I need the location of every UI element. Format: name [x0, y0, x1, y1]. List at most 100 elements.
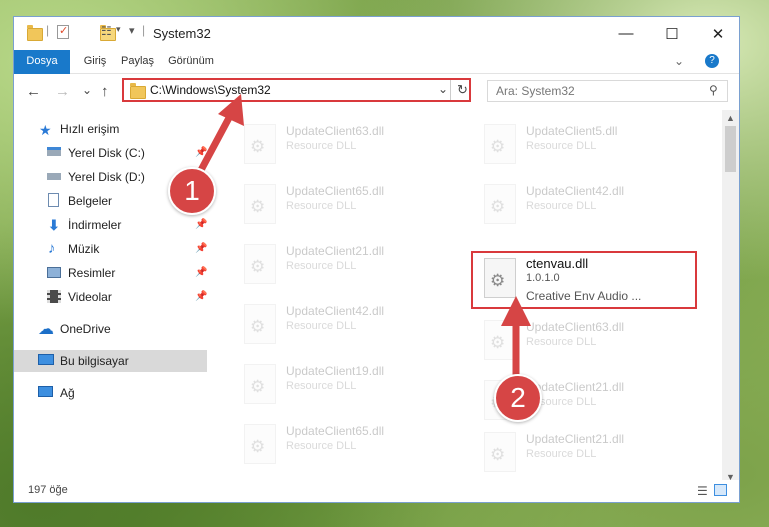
- file-item[interactable]: UpdateClient21.dll Resource DLL: [236, 240, 456, 286]
- file-type: Resource DLL: [286, 320, 357, 332]
- dll-file-icon: [244, 304, 276, 344]
- details-view-icon[interactable]: ☰: [697, 484, 708, 498]
- file-name: UpdateClient19.dll: [286, 364, 385, 378]
- sidebar-item-downloads[interactable]: ⬇ İndirmeler 📌: [14, 214, 207, 236]
- address-bar[interactable]: C:\Windows\System32 ⌄ ↻: [122, 78, 471, 102]
- view-options-icon[interactable]: ☷: [101, 24, 112, 42]
- sidebar-item-quick-access[interactable]: ★ Hızlı erişim: [14, 118, 207, 140]
- scroll-thumb[interactable]: [725, 126, 736, 172]
- expand-ribbon-icon[interactable]: ⌄: [669, 50, 689, 73]
- folder-icon: [27, 25, 43, 41]
- tab-home[interactable]: Giriş: [76, 50, 114, 73]
- recent-locations-button[interactable]: ⌄: [82, 83, 92, 97]
- sidebar-item-local-disk-c[interactable]: Yerel Disk (C:) 📌: [14, 142, 207, 164]
- star-icon: ★: [39, 122, 52, 138]
- search-icon[interactable]: ⚲: [709, 83, 718, 97]
- pictures-icon: [47, 267, 61, 278]
- up-button[interactable]: ↑: [101, 83, 109, 100]
- customize-toolbar-icon[interactable]: ▾: [116, 24, 121, 42]
- tab-view[interactable]: Görünüm: [162, 50, 220, 73]
- sidebar-item-label: Belgeler: [68, 194, 113, 208]
- dll-file-icon: [244, 244, 276, 284]
- file-name: UpdateClient65.dll: [286, 184, 385, 198]
- file-list: UpdateClient63.dll Resource DLL UpdateCl…: [209, 110, 722, 472]
- file-item[interactable]: UpdateClient63.dll Resource DLL: [236, 120, 456, 166]
- file-name: UpdateClient42.dll: [286, 304, 385, 318]
- pin-icon[interactable]: 📌: [195, 142, 207, 164]
- file-name: UpdateClient21.dll: [286, 244, 385, 258]
- sidebar-item-onedrive[interactable]: ☁ OneDrive: [14, 318, 207, 340]
- sidebar-item-this-pc[interactable]: Bu bilgisayar: [14, 350, 207, 372]
- title-bar: | ✓ ☷ ▾ ▾ | System32 — ☐ ✕: [14, 17, 739, 50]
- file-type: Resource DLL: [526, 336, 597, 348]
- search-input[interactable]: Ara: System32: [496, 84, 575, 98]
- search-box[interactable]: Ara: System32 ⚲: [487, 80, 728, 102]
- sidebar-item-label: Bu bilgisayar: [60, 354, 129, 368]
- sidebar-item-pictures[interactable]: Resimler 📌: [14, 262, 207, 284]
- refresh-button[interactable]: ↻: [457, 82, 468, 98]
- large-icons-view-icon[interactable]: [714, 484, 727, 496]
- dll-file-icon: [484, 124, 516, 164]
- dll-file-icon: [244, 124, 276, 164]
- file-type: Resource DLL: [526, 140, 597, 152]
- sidebar-item-label: Hızlı erişim: [60, 122, 120, 136]
- tab-share[interactable]: Paylaş: [115, 50, 160, 73]
- file-item[interactable]: UpdateClient21.dll Resource DLL: [476, 428, 696, 472]
- download-icon: ⬇: [48, 217, 60, 233]
- ribbon-tabs: Dosya Giriş Paylaş Görünüm ⌄ ?: [14, 50, 739, 96]
- sidebar-item-label: Resimler: [68, 266, 116, 280]
- sidebar-item-network[interactable]: Ağ: [14, 382, 207, 404]
- navigation-bar: ← → ⌄ ↑ C:\Windows\System32 ⌄ ↻ Ara: Sys…: [14, 74, 739, 110]
- vertical-scrollbar[interactable]: ▲ ▼: [722, 110, 739, 486]
- pin-icon[interactable]: 📌: [195, 286, 207, 308]
- address-path: C:\Windows\System32: [150, 83, 271, 97]
- folder-icon: [130, 83, 146, 99]
- sidebar-item-label: Videolar: [68, 290, 112, 304]
- status-bar: 197 öğe ☰: [14, 480, 739, 502]
- scroll-up-icon[interactable]: ▲: [726, 113, 735, 123]
- dll-file-icon: [244, 184, 276, 224]
- help-icon[interactable]: ?: [705, 54, 719, 68]
- sidebar-item-videos[interactable]: Videolar 📌: [14, 286, 207, 308]
- file-type: Resource DLL: [526, 448, 597, 460]
- file-item[interactable]: UpdateClient42.dll Resource DLL: [476, 180, 696, 226]
- pin-icon[interactable]: 📌: [195, 214, 207, 236]
- maximize-button[interactable]: ☐: [649, 17, 695, 50]
- file-name: UpdateClient42.dll: [526, 184, 625, 198]
- address-dropdown-button[interactable]: ⌄: [438, 82, 448, 96]
- close-button[interactable]: ✕: [695, 17, 739, 50]
- file-item[interactable]: UpdateClient65.dll Resource DLL: [236, 180, 456, 226]
- file-type: Resource DLL: [286, 260, 357, 272]
- pin-icon[interactable]: 📌: [195, 238, 207, 260]
- drive-icon: [47, 173, 61, 180]
- item-count: 197 öğe: [28, 484, 68, 496]
- file-type: Resource DLL: [286, 140, 357, 152]
- separator: [450, 80, 451, 100]
- dll-file-icon: [244, 424, 276, 464]
- navigation-pane: ★ Hızlı erişim Yerel Disk (C:) 📌 Yerel D…: [14, 110, 209, 472]
- highlight-box: [471, 251, 697, 309]
- drive-icon: [47, 147, 61, 156]
- file-item[interactable]: UpdateClient5.dll Resource DLL: [476, 120, 696, 166]
- back-button[interactable]: ←: [26, 83, 41, 100]
- sidebar-item-label: İndirmeler: [68, 218, 122, 232]
- sidebar-item-label: OneDrive: [60, 322, 111, 336]
- sidebar-item-music[interactable]: ♪ Müzik 📌: [14, 238, 207, 260]
- file-item[interactable]: UpdateClient19.dll Resource DLL: [236, 360, 456, 406]
- file-item[interactable]: UpdateClient63.dll Resource DLL: [476, 316, 696, 362]
- file-item[interactable]: UpdateClient42.dll Resource DLL: [236, 300, 456, 346]
- dll-file-icon: [484, 320, 516, 360]
- file-name: UpdateClient5.dll: [526, 124, 618, 138]
- computer-icon: [38, 354, 54, 365]
- properties-icon[interactable]: ✓: [57, 25, 69, 39]
- pin-icon[interactable]: 📌: [195, 262, 207, 284]
- file-item[interactable]: UpdateClient65.dll Resource DLL: [236, 420, 456, 466]
- chevron-down-icon[interactable]: ▾: [129, 24, 135, 42]
- cloud-icon: ☁: [38, 321, 54, 338]
- separator: |: [142, 23, 146, 37]
- dll-file-icon: [484, 432, 516, 472]
- file-type: Resource DLL: [286, 380, 357, 392]
- dll-file-icon: [244, 364, 276, 404]
- minimize-button[interactable]: —: [603, 17, 649, 50]
- forward-button[interactable]: →: [55, 83, 70, 100]
